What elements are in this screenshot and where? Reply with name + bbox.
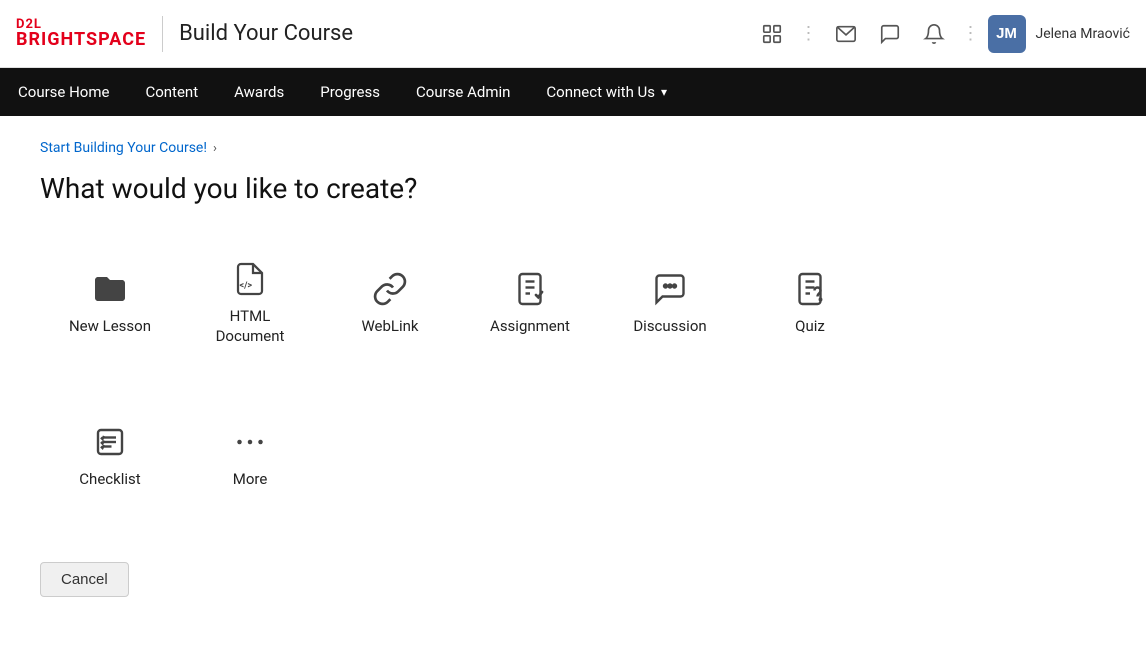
breadcrumb-arrow: › [213,141,217,156]
chat-icon [879,23,901,45]
user-name[interactable]: Jelena Mraović [1036,26,1131,42]
link-icon [372,271,408,307]
header-actions: ⋮ ⋮ JM Jelena Mraović [752,14,1131,54]
folder-icon [92,271,128,307]
more-label: More [233,470,268,490]
checklist-icon [92,424,128,460]
nav-item-awards[interactable]: Awards [216,68,302,116]
mail-icon-button[interactable] [826,14,866,54]
new-lesson-item[interactable]: New Lesson [40,245,180,362]
breadcrumb[interactable]: Start Building Your Course! › [40,140,1106,156]
more-icon [232,424,268,460]
avatar[interactable]: JM [988,15,1026,53]
nav-item-progress[interactable]: Progress [302,68,398,116]
discussion-item[interactable]: Discussion [600,245,740,362]
cancel-button[interactable]: Cancel [40,562,129,597]
assignment-icon [512,271,548,307]
assignment-label: Assignment [490,317,570,337]
svg-text:</>: </> [240,281,253,291]
chevron-down-icon: ▾ [661,85,667,99]
more-item[interactable]: More [180,402,320,512]
bell-icon-button[interactable] [914,14,954,54]
new-lesson-label: New Lesson [69,317,151,337]
mail-icon [835,23,857,45]
weblink-item[interactable]: WebLink [320,245,460,362]
page-title: Build Your Course [179,21,751,46]
separator-dots-1: ⋮ [796,23,822,44]
discussion-icon [652,271,688,307]
grid-icon-button[interactable] [752,14,792,54]
page-heading: What would you like to create? [40,172,1106,205]
quiz-label: Quiz [795,317,825,337]
bell-icon [923,23,945,45]
header-divider [162,16,163,52]
nav-bar: Course Home Content Awards Progress Cour… [0,68,1146,116]
nav-item-content[interactable]: Content [127,68,216,116]
weblink-label: WebLink [361,317,418,337]
html-document-label: HTMLDocument [216,307,285,346]
quiz-icon [792,271,828,307]
chat-icon-button[interactable] [870,14,910,54]
html-document-item[interactable]: </> HTMLDocument [180,245,320,362]
logo-brightspace: BRIGHTSPACE [16,31,146,49]
html-document-icon: </> [232,261,268,297]
nav-item-connect-with-us[interactable]: Connect with Us ▾ [528,68,685,116]
content-area: Start Building Your Course! › What would… [0,116,1146,637]
quiz-item[interactable]: Quiz [740,245,880,362]
logo: D2L BRIGHTSPACE [16,18,146,49]
assignment-item[interactable]: Assignment [460,245,600,362]
logo-area: D2L BRIGHTSPACE [16,18,146,49]
discussion-label: Discussion [633,317,706,337]
grid-icon [761,23,783,45]
header: D2L BRIGHTSPACE Build Your Course ⋮ [0,0,1146,68]
nav-item-course-admin[interactable]: Course Admin [398,68,528,116]
creation-grid-row2: Checklist More [40,402,1106,512]
nav-item-course-home[interactable]: Course Home [0,68,127,116]
checklist-item[interactable]: Checklist [40,402,180,512]
checklist-label: Checklist [79,470,140,490]
creation-grid-row1: New Lesson </> HTMLDocument WebLink [40,245,1106,362]
separator-dots-2: ⋮ [958,23,984,44]
